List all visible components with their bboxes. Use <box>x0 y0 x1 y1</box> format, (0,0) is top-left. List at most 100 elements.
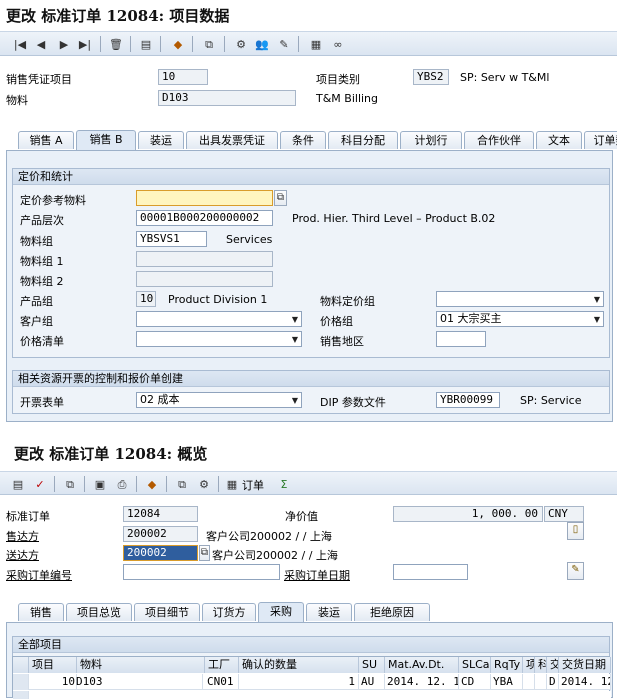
row-selector[interactable] <box>13 674 29 690</box>
tab-conditions[interactable]: 条件 <box>280 131 326 149</box>
col-material[interactable]: 物料 <box>77 657 205 673</box>
material-group2-field[interactable] <box>136 271 273 287</box>
pricing-statistics-title: 定价和统计 <box>13 169 609 185</box>
tab-reason-rejection[interactable]: 拒绝原因 <box>354 603 430 621</box>
tab-ordering-party[interactable]: 订货方 <box>202 603 256 621</box>
tab-procurement[interactable]: 采购 <box>258 602 304 622</box>
table-row[interactable]: 10 D103 CN01 1 AU 2014. 12. 17 CD YBA D … <box>13 674 611 690</box>
po-number-label[interactable]: 采购订单编号 <box>6 567 72 583</box>
partners-icon[interactable]: 👥 <box>254 36 270 52</box>
col-confirmed-qty[interactable]: 确认的数量 <box>239 657 359 673</box>
delete-icon[interactable]: 🗑 <box>108 36 124 52</box>
tab-texts[interactable]: 文本 <box>536 131 582 149</box>
col-c11[interactable]: 交 <box>547 657 559 673</box>
orders-icon[interactable]: ▦ <box>224 476 240 492</box>
sold-to-label[interactable]: 售达方 <box>6 528 39 544</box>
cell-c9[interactable] <box>523 674 535 690</box>
cell-plant[interactable]: CN01 <box>205 674 239 690</box>
po-number-field[interactable] <box>123 564 280 580</box>
cell-delivery-date[interactable]: 2014. 12. 17 <box>559 674 611 690</box>
dip-field[interactable]: YBR00099 <box>436 392 500 408</box>
cell-c11[interactable]: D <box>547 674 559 690</box>
col-c9[interactable]: 项 <box>523 657 535 673</box>
tab-item-overview[interactable]: 项目总览 <box>66 603 132 621</box>
price-list-select[interactable]: ▼ <box>136 331 302 347</box>
status-icon[interactable]: ⚙ <box>233 36 249 52</box>
cell-c10[interactable] <box>535 674 547 690</box>
glasses-icon[interactable]: ∞ <box>330 36 346 52</box>
sales-region-field[interactable] <box>436 331 486 347</box>
material-field[interactable]: D103 <box>158 90 296 106</box>
tab-item-detail[interactable]: 项目细节 <box>134 603 200 621</box>
display-doc-flow-icon[interactable]: ⧉ <box>201 36 217 52</box>
cell-slca[interactable]: CD <box>459 674 491 690</box>
currency-field[interactable]: CNY <box>544 506 584 522</box>
copy-icon[interactable]: ▣ <box>92 476 108 492</box>
display-doc-flow-icon[interactable]: ⧉ <box>174 476 190 492</box>
col-delivery-date[interactable]: 交货日期 <box>559 657 611 673</box>
item-category-field[interactable]: YBS2 <box>413 69 449 85</box>
layout-icon[interactable]: ▦ <box>308 36 324 52</box>
search-help-icon[interactable]: ⧉ <box>274 190 287 206</box>
po-date-label[interactable]: 采购订单日期 <box>284 567 350 583</box>
sold-to-field[interactable]: 200002 <box>123 526 198 542</box>
tab-order-data[interactable]: 订单数 <box>584 131 617 149</box>
edit-icon[interactable]: ✎ <box>276 36 292 52</box>
tab-billing-doc[interactable]: 出具发票凭证 <box>186 131 278 149</box>
price-group-select[interactable]: 01 大宗买主 ▼ <box>436 311 604 327</box>
tab-partners[interactable]: 合作伙伴 <box>464 131 534 149</box>
calendar-icon[interactable]: ✎ <box>567 562 584 580</box>
search-help-icon[interactable]: ⧉ <box>199 545 210 561</box>
item-field[interactable]: 10 <box>158 69 208 85</box>
net-value-field[interactable]: 1, 000. 00 <box>393 506 543 522</box>
std-order-field[interactable]: 12084 <box>123 506 198 522</box>
col-item[interactable]: 项目 <box>29 657 77 673</box>
price-ref-material-field[interactable] <box>136 190 273 206</box>
tab-shipping[interactable]: 装运 <box>138 131 184 149</box>
col-slca[interactable]: SLCa <box>459 657 491 673</box>
tab-sales-b[interactable]: 销售 B <box>76 130 136 150</box>
col-rqty[interactable]: RqTy <box>491 657 523 673</box>
mat-pricing-group-select[interactable]: ▼ <box>436 291 604 307</box>
billing-form-select[interactable]: 02 成本 ▼ <box>136 392 302 408</box>
cell-qty[interactable]: 1 <box>239 674 359 690</box>
tab-account-assignment[interactable]: 科目分配 <box>328 131 398 149</box>
check-icon[interactable]: ✓ <box>32 476 48 492</box>
sum-icon[interactable]: Σ <box>276 476 292 492</box>
header-icon[interactable]: ▤ <box>138 36 154 52</box>
last-page-icon[interactable]: ▶| <box>77 36 93 52</box>
customer-group-select[interactable]: ▼ <box>136 311 302 327</box>
status-icon[interactable]: ⚙ <box>196 476 212 492</box>
ship-to-field[interactable]: 200002 <box>123 545 198 561</box>
material-group-field[interactable]: YBSVS1 <box>136 231 207 247</box>
col-c10[interactable]: 科 <box>535 657 547 673</box>
next-page-icon[interactable]: ▶ <box>56 36 72 52</box>
col-mat-av-dt[interactable]: Mat.Av.Dt. <box>385 657 459 673</box>
cell-mat-av-dt[interactable]: 2014. 12. 17 <box>385 674 459 690</box>
tab-sales-a[interactable]: 销售 A <box>18 131 74 149</box>
cell-rqty[interactable]: YBA <box>491 674 523 690</box>
print-icon[interactable]: ⎙ <box>114 476 130 492</box>
cell-material[interactable]: D103 <box>75 674 203 690</box>
first-page-icon[interactable]: |◀ <box>12 36 28 52</box>
create-icon[interactable]: ⧉ <box>62 476 78 492</box>
row-selector-header[interactable] <box>13 657 29 673</box>
po-date-field[interactable] <box>393 564 468 580</box>
ship-to-label[interactable]: 送达方 <box>6 547 39 563</box>
tab-sales[interactable]: 销售 <box>18 603 64 621</box>
cell-su[interactable]: AU <box>359 674 385 690</box>
orders-button-label[interactable]: 订单 <box>242 477 264 493</box>
previous-page-icon[interactable]: ◀ <box>33 36 49 52</box>
item-icon[interactable]: ◆ <box>144 476 160 492</box>
col-plant[interactable]: 工厂 <box>205 657 239 673</box>
item-icon[interactable]: ◆ <box>170 36 186 52</box>
prod-hier-field[interactable]: 00001B000200000002 <box>136 210 273 226</box>
tab-schedule-lines[interactable]: 计划行 <box>400 131 462 149</box>
item-category-desc: SP: Serv w T&Ml <box>460 71 550 84</box>
material-group1-field[interactable] <box>136 251 273 267</box>
header-icon[interactable]: ▤ <box>10 476 26 492</box>
tab-shipping[interactable]: 装运 <box>306 603 352 621</box>
col-su[interactable]: SU <box>359 657 385 673</box>
document-icon[interactable]: ▯ <box>567 522 584 540</box>
product-group-field[interactable]: 10 <box>136 291 156 307</box>
